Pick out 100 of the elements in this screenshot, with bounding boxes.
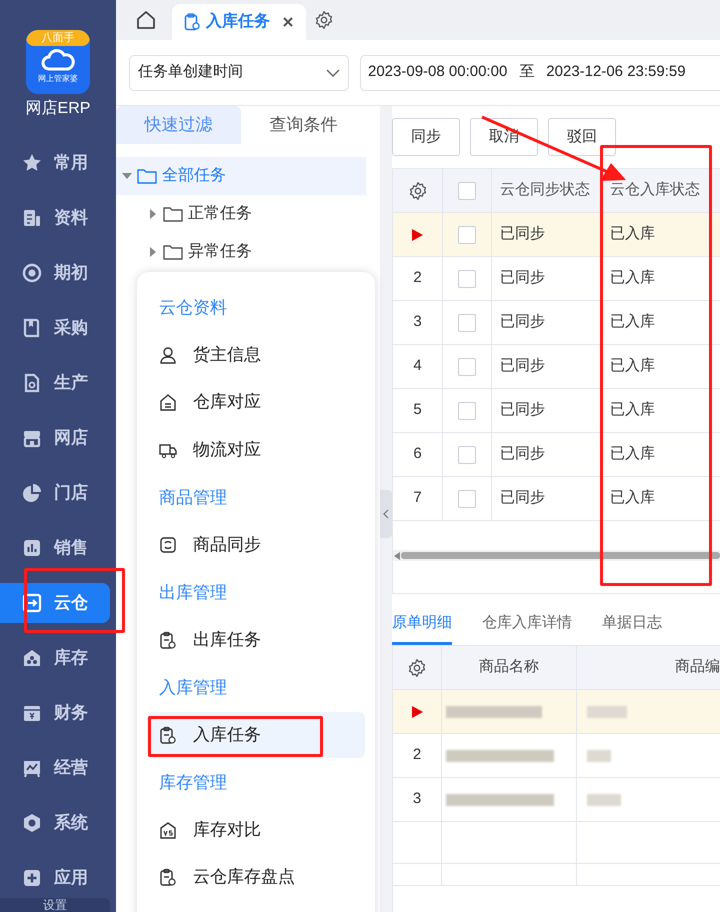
- sidebar-item[interactable]: 常用: [0, 143, 110, 183]
- detail-tab[interactable]: 单据日志: [602, 612, 662, 645]
- column-header[interactable]: 商品编: [577, 646, 720, 689]
- select-all-checkbox[interactable]: [458, 182, 476, 200]
- row-checkbox[interactable]: [458, 226, 476, 244]
- sidebar-item[interactable]: 经营: [0, 748, 110, 788]
- table-row[interactable]: 4 已同步 已入库: [393, 345, 720, 389]
- table-row[interactable]: 2: [393, 734, 720, 778]
- row-checkbox[interactable]: [458, 490, 476, 508]
- sidebar-item[interactable]: 系统: [0, 803, 110, 843]
- table-row[interactable]: 6 已同步 已入库: [393, 433, 720, 477]
- date-field-select[interactable]: 任务单创建时间: [129, 54, 349, 90]
- folder-icon: [163, 206, 183, 222]
- menu-heading: 商品管理: [158, 487, 228, 509]
- start-date: 2023-09-08 00:00:00: [368, 62, 508, 82]
- blurred-text: [587, 706, 627, 718]
- sidebar-item[interactable]: 云仓: [0, 583, 110, 623]
- settings-icon: [408, 180, 428, 200]
- clipboard-icon: [159, 630, 177, 648]
- table-cell-text: 已入库: [609, 312, 656, 332]
- trend-chart-icon: [22, 758, 42, 778]
- table-cell: 已同步: [492, 257, 602, 300]
- vs-icon: [159, 820, 177, 838]
- menu-item[interactable]: 库存对比: [147, 806, 365, 852]
- tree-item[interactable]: 全部任务: [116, 157, 366, 195]
- sidebar-item[interactable]: 财务: [0, 693, 110, 733]
- logo-badge: 八面手: [26, 30, 90, 46]
- row-checkbox[interactable]: [458, 358, 476, 376]
- row-checkbox[interactable]: [458, 270, 476, 288]
- row-checkbox[interactable]: [458, 446, 476, 464]
- menu-item[interactable]: 出库任务: [147, 616, 365, 662]
- clipboard-icon: [184, 13, 200, 31]
- menu-item[interactable]: 商品同步: [147, 522, 365, 568]
- sidebar-item[interactable]: 销售: [0, 528, 110, 568]
- sidebar-item[interactable]: 门店: [0, 473, 110, 513]
- storefront-icon: [22, 428, 42, 448]
- menu-heading: 入库管理: [158, 677, 228, 699]
- tree-item[interactable]: 异常任务: [116, 233, 366, 271]
- file-gear-icon: [22, 373, 42, 393]
- row-number: 3: [412, 789, 422, 810]
- menu-item[interactable]: 物流对应: [147, 426, 365, 472]
- sidebar-item[interactable]: 网店: [0, 418, 110, 458]
- caret-down-icon: [122, 171, 132, 181]
- table-cell: 已同步: [492, 301, 602, 344]
- menu-item[interactable]: 仓库对应: [147, 379, 365, 425]
- end-date: 2023-12-06 23:59:59: [546, 62, 686, 82]
- cloud-icon: [41, 49, 75, 71]
- chevron-left-icon: [383, 509, 389, 519]
- warehouse-icon: [159, 393, 177, 411]
- settings-button[interactable]: 设置: [0, 898, 110, 912]
- table-row[interactable]: 3: [393, 778, 720, 822]
- hexagon-icon: [22, 813, 42, 833]
- table-cell-text: 已入库: [609, 400, 656, 420]
- toolbar-button[interactable]: 驳回: [548, 118, 616, 156]
- yen-icon: [22, 703, 42, 723]
- settings-icon: [314, 10, 334, 30]
- table-cell: 已同步: [492, 433, 602, 476]
- caret-right-icon: [148, 209, 158, 219]
- plus-square-icon: [22, 868, 42, 888]
- sidebar-item[interactable]: 资料: [0, 198, 110, 238]
- detail-tab[interactable]: 仓库入库详情: [482, 612, 572, 645]
- range-separator: 至: [519, 62, 534, 82]
- row-number: 5: [413, 400, 422, 420]
- sidebar-item[interactable]: 生产: [0, 363, 110, 403]
- star-icon: [22, 153, 42, 173]
- sidebar-item[interactable]: 应用: [0, 858, 110, 898]
- column-header[interactable]: 云仓同步状态: [500, 179, 590, 202]
- table-row[interactable]: 5 已同步 已入库: [393, 389, 720, 433]
- table-row[interactable]: 2 已同步 已入库: [393, 257, 720, 301]
- tree-item[interactable]: 正常任务: [116, 195, 366, 233]
- table-cell-text: 已入库: [609, 444, 656, 464]
- menu-heading: 云仓资料: [158, 297, 228, 319]
- folder-icon: [163, 244, 183, 260]
- table-cell-text: 已入库: [609, 356, 656, 376]
- sidebar-item[interactable]: 采购: [0, 308, 110, 348]
- table-row[interactable]: 3 已同步 已入库: [393, 301, 720, 345]
- tab[interactable]: 入库任务: [172, 4, 306, 40]
- cloud-export-icon: [22, 593, 42, 613]
- horizontal-scrollbar[interactable]: [393, 550, 720, 561]
- sidebar-item[interactable]: 期初: [0, 253, 110, 293]
- table-row[interactable]: 已同步 已入库: [393, 213, 720, 257]
- menu-item[interactable]: 货主信息: [147, 332, 365, 378]
- home-icon: [136, 10, 156, 30]
- date-range-field[interactable]: 2023-09-08 00:00:00 至 2023-12-06 23:59:59: [360, 54, 720, 90]
- column-header[interactable]: 商品名称: [442, 646, 577, 689]
- pie-chart-icon: [22, 483, 42, 503]
- table-row[interactable]: [393, 690, 720, 734]
- column-header[interactable]: 云仓入库状态: [610, 179, 700, 202]
- row-checkbox[interactable]: [458, 314, 476, 332]
- toolbar-button[interactable]: 同步: [392, 118, 460, 156]
- table-row[interactable]: 7 已同步 已入库: [393, 477, 720, 521]
- row-number: 4: [413, 356, 422, 376]
- row-checkbox[interactable]: [458, 402, 476, 420]
- table-cell-text: 已入库: [609, 268, 656, 288]
- sidebar-item[interactable]: 库存: [0, 638, 110, 678]
- blurred-text: [587, 750, 611, 762]
- menu-item[interactable]: 云仓库存盘点: [147, 854, 365, 900]
- person-icon: [159, 346, 177, 364]
- app-name: 网店ERP: [26, 98, 90, 119]
- target-icon: [22, 263, 42, 283]
